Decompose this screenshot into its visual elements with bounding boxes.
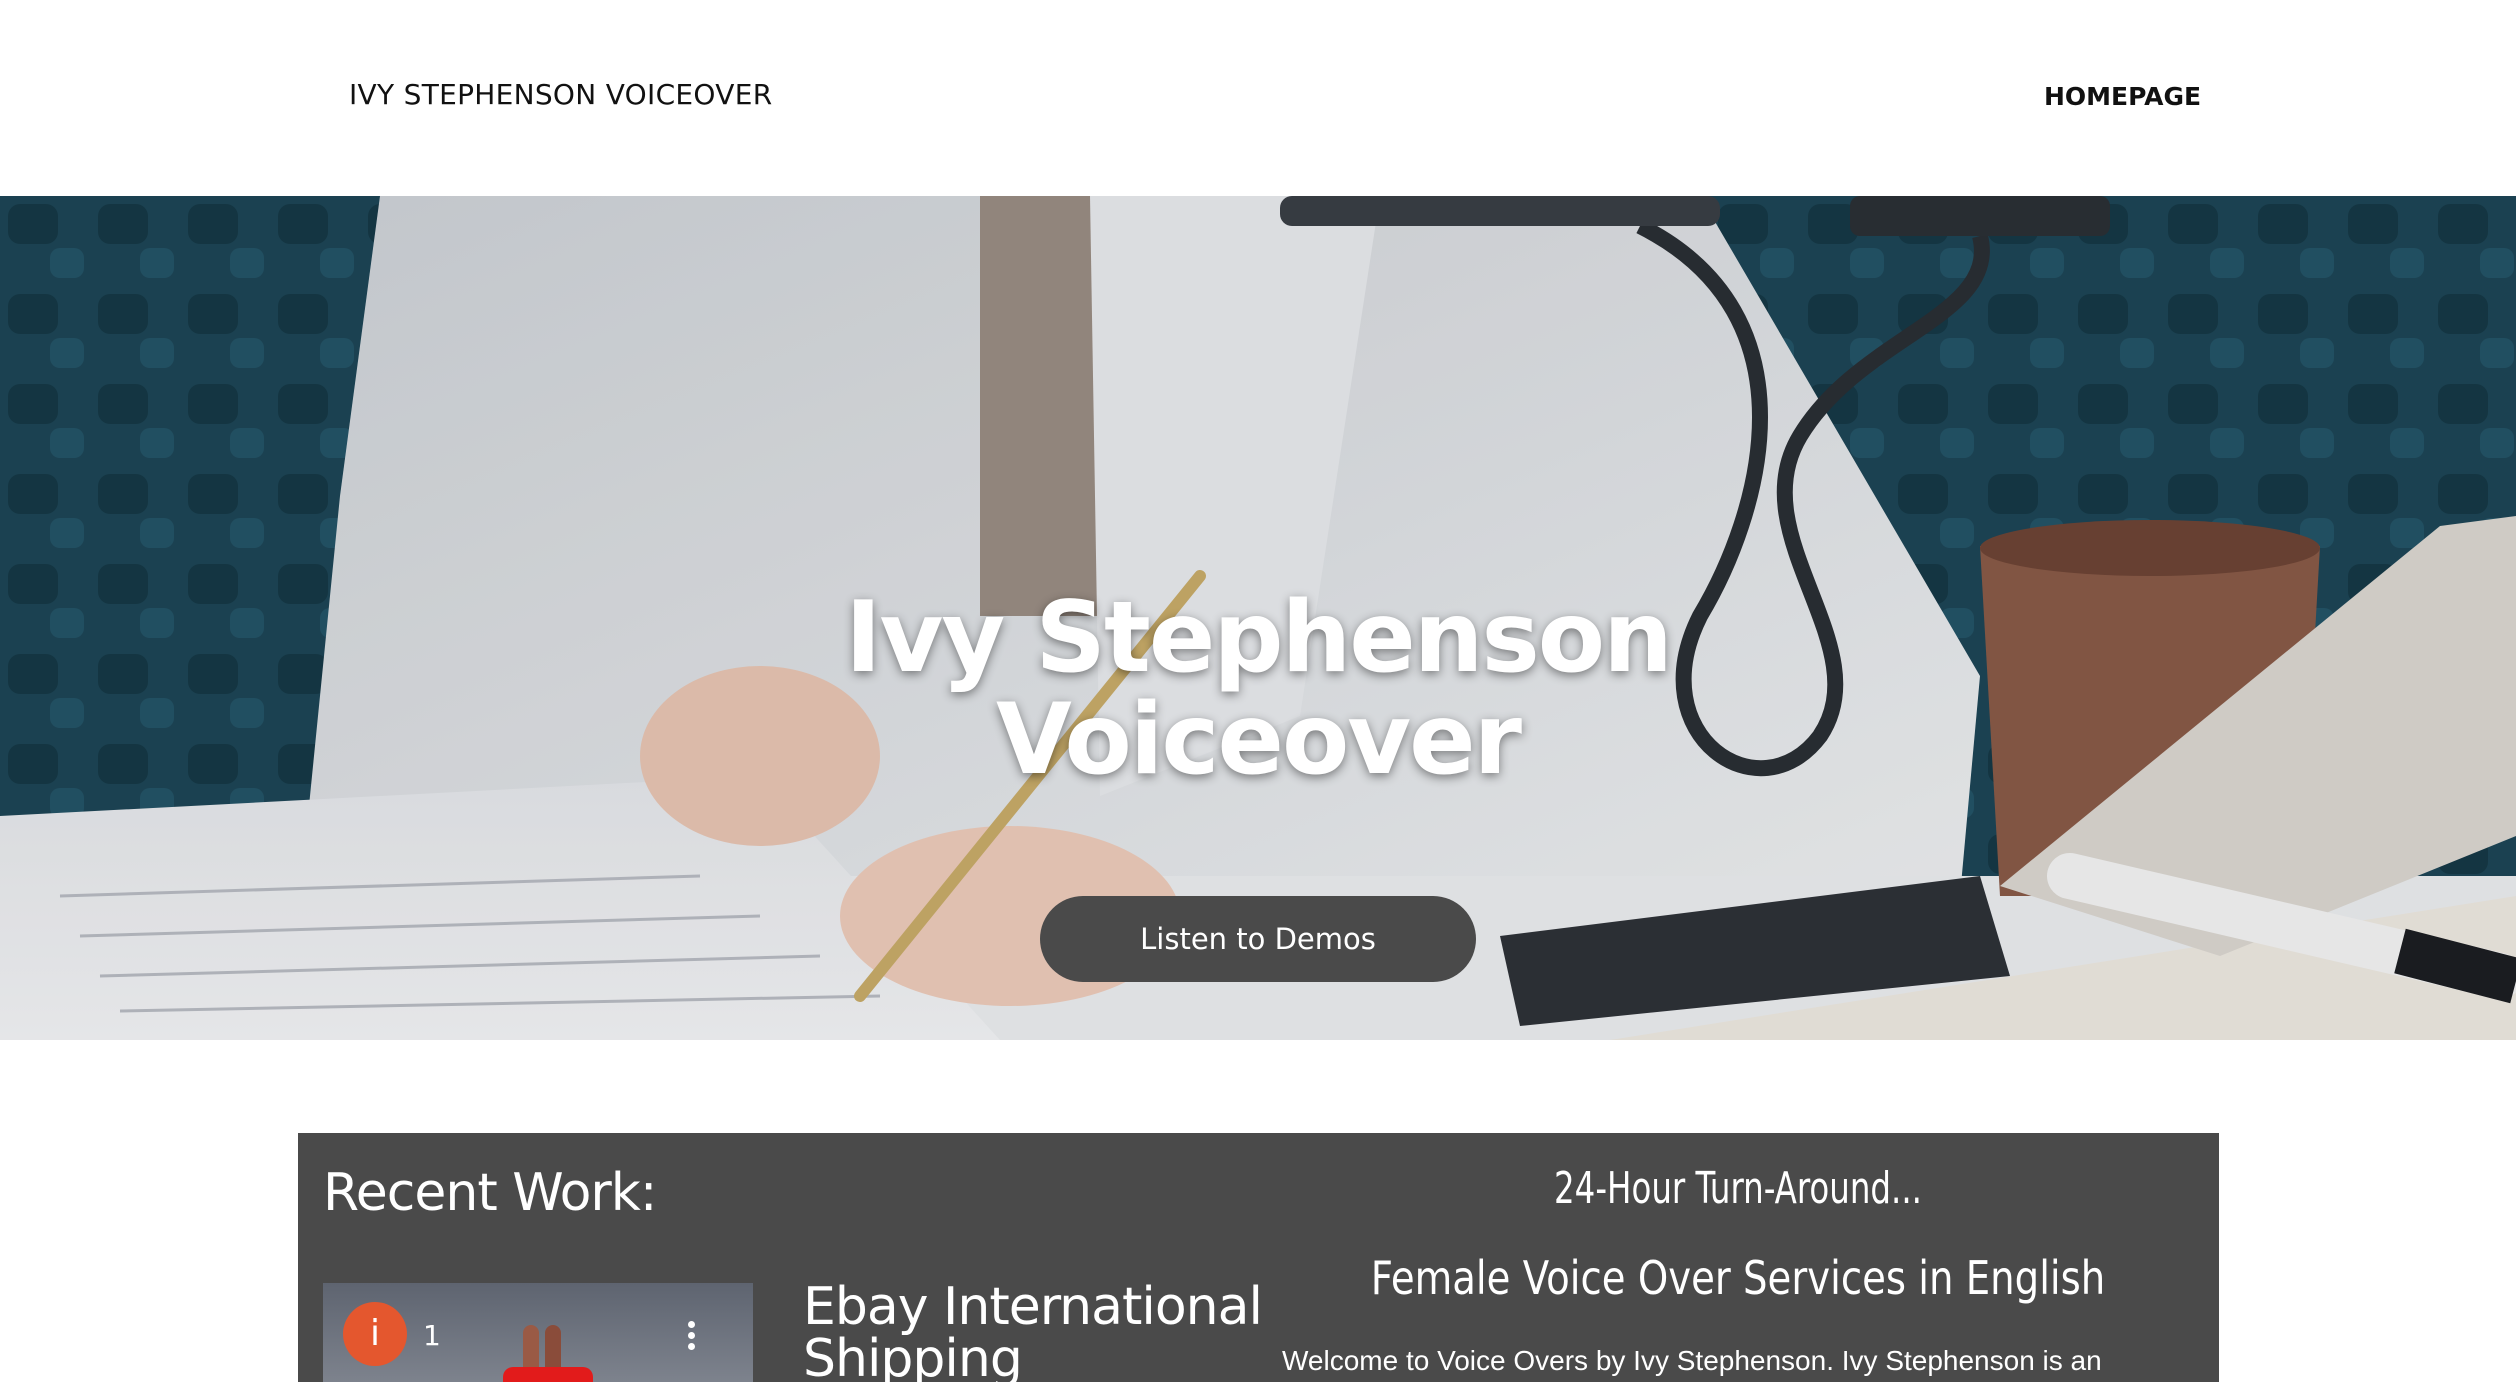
video-title-line-2: Shipping	[803, 1329, 1023, 1382]
video-title[interactable]: Ebay International Shipping	[803, 1281, 1263, 1382]
nav-homepage-link[interactable]: HOMEPAGE	[2044, 82, 2201, 111]
services-heading: Female Voice Over Services in English	[1370, 1251, 2106, 1305]
recent-work-heading: Recent Work:	[323, 1163, 657, 1223]
video-title-line-1: Ebay International	[803, 1277, 1263, 1337]
video-thumbnail-figure	[503, 1325, 593, 1382]
site-title[interactable]: IVY STEPHENSON VOICEOVER	[349, 78, 772, 111]
listen-to-demos-button[interactable]: Listen to Demos	[1040, 896, 1476, 982]
hero-title-line-1: Ivy Stephenson	[845, 581, 1673, 695]
more-options-icon[interactable]	[687, 1321, 697, 1351]
channel-avatar[interactable]: i	[343, 1302, 407, 1366]
hero-banner: Ivy Stephenson Voiceover Listen to Demos	[0, 196, 2516, 1040]
hero-title-line-2: Voiceover	[996, 682, 1522, 797]
turnaround-heading: 24-Hour Turn-Around...	[1554, 1163, 1922, 1214]
content-panel: Recent Work: i 1 Ebay International Ship…	[298, 1133, 2219, 1382]
video-count: 1	[423, 1319, 441, 1352]
welcome-text: Welcome to Voice Overs by Ivy Stephenson…	[1282, 1345, 2102, 1376]
hero-title: Ivy Stephenson Voiceover	[0, 581, 2516, 797]
video-player[interactable]: i 1	[323, 1283, 753, 1382]
site-header: IVY STEPHENSON VOICEOVER HOMEPAGE	[0, 0, 2516, 196]
